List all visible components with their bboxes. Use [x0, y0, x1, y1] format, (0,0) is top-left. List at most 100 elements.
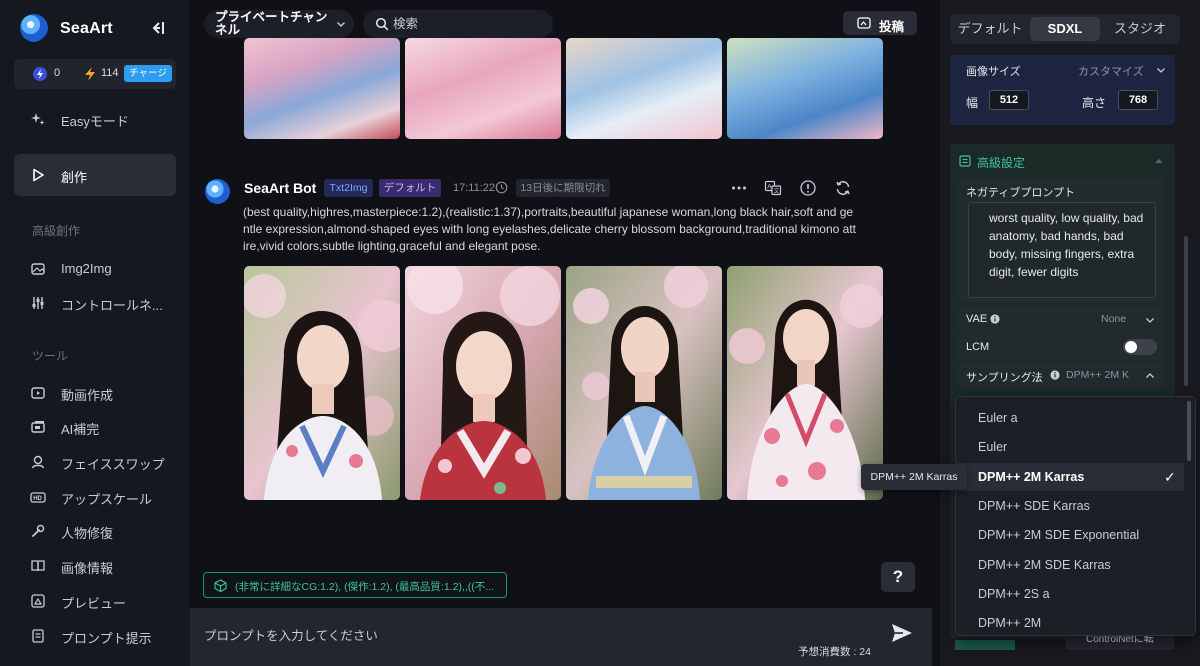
section-tools-title: ツール [32, 349, 69, 363]
help-button[interactable]: ? [881, 562, 915, 592]
tab-default[interactable]: デフォルト [953, 17, 1027, 41]
prompt-text: (best quality,highres,masterpiece:1.2),(… [243, 205, 857, 254]
app-window: SeaArt 0 114 チャージ Easyモード 創作 高級創作 Img2Im… [0, 0, 1200, 666]
info-icon[interactable] [990, 314, 1000, 324]
sampler-row[interactable]: サンプリング法 DPM++ 2M K [958, 362, 1165, 388]
nav-video[interactable]: 動画作成 [14, 376, 176, 410]
charge-button[interactable]: チャージ [124, 65, 172, 82]
portrait-illustration [566, 266, 722, 500]
height-input[interactable]: 768 [1118, 90, 1158, 110]
post-button[interactable]: 投稿 [843, 11, 917, 35]
generated-image-4[interactable] [727, 266, 883, 500]
sampler-option[interactable]: Euler a [956, 404, 1184, 432]
portrait-illustration [244, 266, 400, 500]
previous-image-1[interactable] [244, 38, 400, 139]
clock-icon [495, 181, 508, 194]
sampler-dropdown: Euler a Euler DPM++ 2M Karras ✓ DPM++ SD… [955, 396, 1196, 636]
stamina-count: 0 [54, 67, 61, 79]
image-size-label: 画像サイズ [966, 66, 1021, 78]
more-icon[interactable] [730, 179, 748, 197]
previous-image-3[interactable] [566, 38, 722, 139]
channel-select[interactable]: プライベートチャンネル [204, 10, 354, 38]
settings-list-icon [959, 155, 971, 167]
inpaint-icon [31, 421, 45, 433]
sampler-option[interactable]: DPM++ 2S a [956, 580, 1184, 608]
sampler-option[interactable]: DPM++ SDE Karras [956, 492, 1184, 520]
lcm-toggle[interactable] [1123, 339, 1157, 355]
info-icon[interactable] [1050, 370, 1060, 380]
nav-ai-inpaint[interactable]: AI補完 [14, 410, 176, 444]
nav-easy-mode[interactable]: Easyモード [14, 102, 176, 136]
search-input[interactable] [393, 15, 543, 33]
chevron-down-icon [1157, 68, 1165, 73]
tab-studio[interactable]: スタジオ [1103, 17, 1177, 41]
vae-row[interactable]: VAE None [958, 306, 1165, 332]
mode-tag: Txt2Img [324, 179, 373, 197]
collapse-sidebar-icon[interactable] [150, 20, 166, 36]
prompt-suggestion-chip[interactable]: (非常に詳細なCG:1.2), (傑作:1.2), (最高品質:1.2),,((… [203, 572, 507, 598]
nav-image-info[interactable]: 画像情報 [14, 549, 176, 583]
nav-preview[interactable]: プレビュー [14, 584, 176, 618]
stamina-icon [33, 67, 47, 81]
translate-icon[interactable]: A文 [764, 179, 782, 197]
nav-controlnet[interactable]: コントロールネ... [14, 286, 176, 320]
send-icon[interactable] [890, 622, 914, 644]
checkmark-icon: ✓ [1164, 469, 1176, 485]
nav-upscale[interactable]: HD アップスケール [14, 480, 176, 514]
collapse-icon[interactable] [1154, 157, 1164, 165]
svg-text:文: 文 [774, 187, 780, 195]
nav-face-swap[interactable]: フェイススワップ [14, 445, 176, 479]
prompt-input[interactable] [204, 626, 864, 646]
prompt-doc-icon [32, 629, 44, 643]
wrench-icon [32, 524, 45, 537]
width-input[interactable]: 512 [989, 90, 1029, 110]
lcm-row: LCM [958, 334, 1165, 360]
nav-label: プロンプト提示 [61, 631, 152, 646]
negative-prompt-input[interactable]: worst quality, low quality, bad anatomy,… [968, 202, 1156, 298]
regenerate-icon[interactable] [834, 179, 852, 197]
mode-tabs: デフォルト SDXL スタジオ [950, 14, 1180, 44]
sampler-option-selected[interactable]: DPM++ 2M Karras ✓ [956, 463, 1184, 491]
nav-prompt-hint[interactable]: プロンプト提示 [14, 619, 176, 653]
tab-sdxl[interactable]: SDXL [1030, 17, 1100, 41]
image-size-select[interactable]: カスタマイズ [1078, 63, 1144, 79]
search-box[interactable] [363, 10, 553, 38]
logo[interactable]: SeaArt [20, 14, 170, 44]
cube-icon [214, 579, 227, 592]
panel-footer-strip [955, 640, 1015, 650]
nav-create[interactable]: 創作 [14, 154, 176, 196]
sampler-option[interactable]: DPM++ 2M [956, 609, 1184, 635]
vae-label: VAE [966, 313, 988, 325]
nav-img2img[interactable]: Img2Img [14, 252, 176, 286]
width-label: 幅 [966, 96, 979, 110]
lcm-label: LCM [966, 341, 990, 353]
bot-avatar [205, 179, 230, 204]
panel-scrollbar[interactable] [1184, 236, 1188, 386]
sampler-option[interactable]: DPM++ 2M SDE Karras [956, 551, 1184, 579]
nav-label: Img2Img [61, 261, 112, 276]
nav-label: 画像情報 [61, 561, 114, 576]
nav-label: Easyモード [61, 114, 129, 129]
chevron-up-icon [1146, 373, 1154, 378]
generated-image-2[interactable] [405, 266, 561, 500]
generated-image-1[interactable] [244, 266, 400, 500]
sampler-option[interactable]: Euler [956, 433, 1184, 461]
advanced-title: 高級設定 [977, 156, 1026, 170]
post-label: 投稿 [879, 20, 905, 34]
nav-label: AI補完 [61, 422, 100, 437]
sampler-option[interactable]: DPM++ 2M SDE Exponential [956, 521, 1184, 549]
message-time: 17:11:22 [453, 182, 496, 194]
nav-restore[interactable]: 人物修復 [14, 514, 176, 548]
sampler-tooltip: DPM++ 2M Karras [861, 464, 967, 490]
dropdown-scrollbar[interactable] [1187, 401, 1191, 461]
sampler-label: サンプリング法 [966, 372, 1043, 384]
previous-image-2[interactable] [405, 38, 561, 139]
play-icon [33, 168, 44, 182]
previous-image-4[interactable] [727, 38, 883, 139]
report-icon[interactable] [799, 179, 817, 197]
chevron-down-icon [337, 22, 345, 27]
sidebar: SeaArt 0 114 チャージ Easyモード 創作 高級創作 Img2Im… [0, 0, 190, 666]
seaart-logo-icon [20, 14, 48, 42]
generated-image-3[interactable] [566, 266, 722, 500]
model-tag: デフォルト [379, 179, 441, 197]
